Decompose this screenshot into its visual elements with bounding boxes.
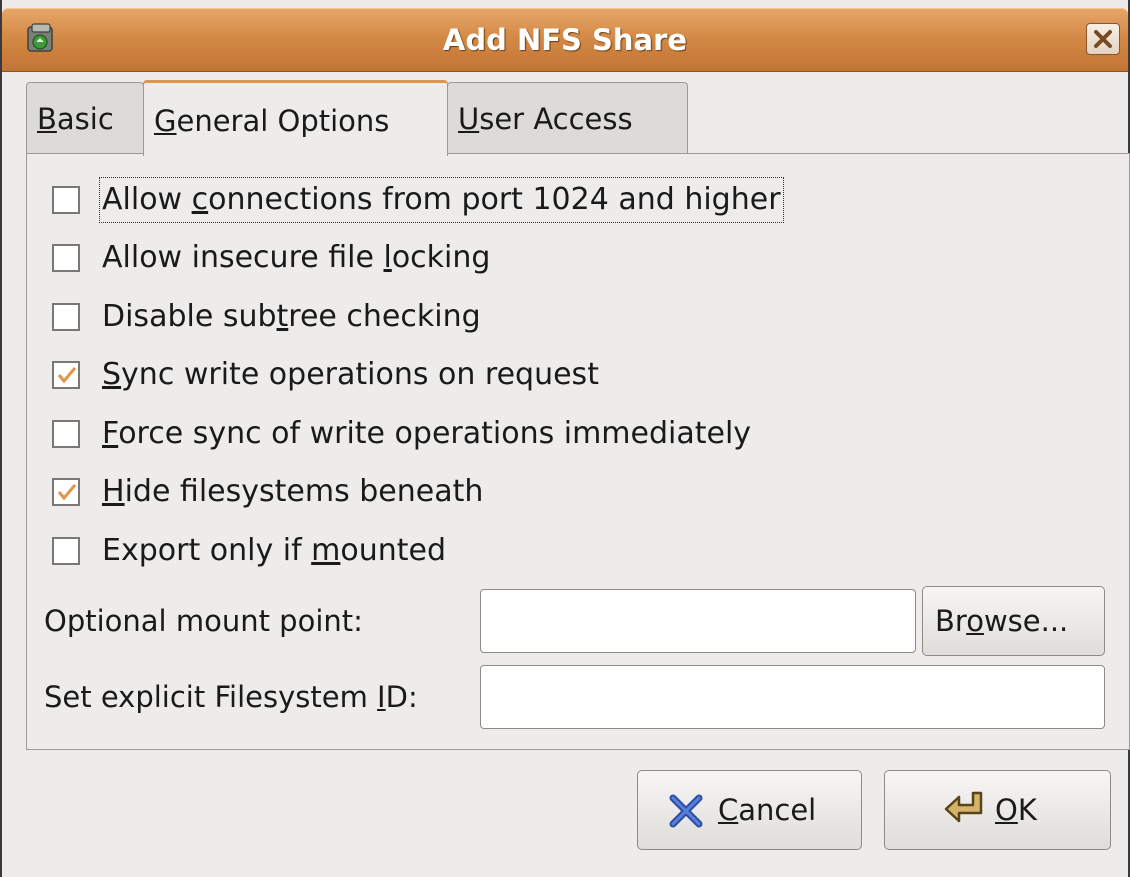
- fsid-input[interactable]: [480, 665, 1105, 729]
- option-label: Disable subtree checking: [102, 299, 481, 334]
- browse-button[interactable]: Browse...: [922, 586, 1105, 656]
- checkbox[interactable]: [52, 244, 80, 272]
- option-label: Allow connections from port 1024 and hig…: [99, 177, 784, 223]
- checkbox[interactable]: [52, 537, 80, 565]
- option-label: Export only if mounted: [102, 533, 447, 568]
- checkbox[interactable]: [52, 303, 80, 331]
- checkbox[interactable]: [52, 186, 80, 214]
- checkbox[interactable]: [52, 420, 80, 448]
- option-label: Force sync of write operations immediate…: [102, 416, 752, 451]
- close-button[interactable]: [1086, 23, 1120, 55]
- window-title: Add NFS Share: [442, 23, 688, 57]
- title-bar[interactable]: Add NFS Share: [2, 8, 1128, 72]
- tab-user-access[interactable]: User Access: [447, 82, 688, 154]
- checkbox-checked[interactable]: [52, 478, 80, 506]
- tab-basic[interactable]: Basic: [26, 82, 144, 154]
- ok-button[interactable]: OK: [884, 770, 1111, 850]
- browse-label: Browse...: [935, 604, 1069, 638]
- checkmark-icon: [57, 484, 77, 501]
- mount-point-label: Optional mount point:: [44, 604, 363, 638]
- checkmark-icon: [57, 367, 77, 384]
- cancel-label: Cancel: [718, 793, 817, 827]
- cancel-button[interactable]: Cancel: [637, 770, 862, 850]
- mount-point-input[interactable]: [480, 589, 916, 653]
- fsid-label: Set explicit Filesystem ID:: [44, 680, 418, 714]
- option-label: Allow insecure file locking: [102, 240, 491, 275]
- checkbox-checked[interactable]: [52, 361, 80, 389]
- add-nfs-share-dialog: Add NFS Share Basic User Access General …: [0, 0, 1130, 877]
- cancel-x-icon: [669, 794, 703, 828]
- option-label: Hide filesystems beneath: [102, 474, 484, 509]
- option-label: Sync write operations on request: [102, 357, 599, 392]
- ok-label: OK: [995, 793, 1037, 827]
- tab-general-options[interactable]: General Options: [143, 80, 448, 156]
- enter-arrow-icon: [944, 791, 983, 823]
- close-icon: [1094, 30, 1112, 48]
